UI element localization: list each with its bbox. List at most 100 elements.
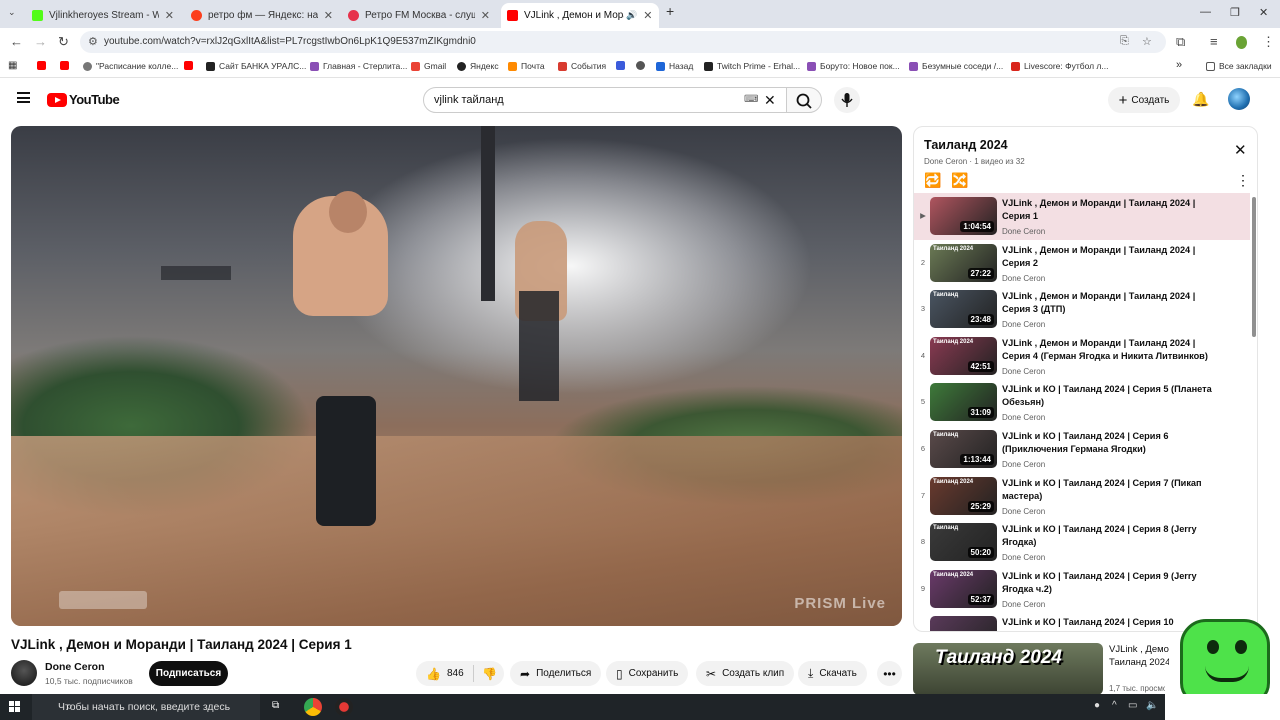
clip-button[interactable]: ✂ Создать клип xyxy=(696,661,795,686)
playlist-item-thumbnail[interactable]: Таиланд 1:13:44 xyxy=(930,430,997,468)
playlist-item[interactable]: 3 Таиланд 23:48 VJLink , Демон и Моранди | … xyxy=(914,286,1250,333)
forward-icon[interactable]: → xyxy=(34,34,47,49)
more-actions-button[interactable]: ••• xyxy=(877,661,902,686)
bookmark-youtube-2[interactable] xyxy=(60,61,73,70)
save-button[interactable]: ▯ Сохранить xyxy=(606,661,689,686)
playlist-scrollbar[interactable] xyxy=(1252,197,1256,337)
chrome-taskbar-icon[interactable] xyxy=(304,698,322,716)
media-icon[interactable]: ≡ xyxy=(1210,34,1218,49)
obs-taskbar-icon[interactable] xyxy=(335,698,353,716)
bookmark-star-icon[interactable]: ☆ xyxy=(1142,35,1152,48)
bookmark-yandex[interactable]: Яндекс xyxy=(457,61,499,71)
tab-search-icon[interactable]: ⌄ xyxy=(8,7,16,18)
bookmark-youtube-1[interactable] xyxy=(37,61,50,70)
tab-3-active[interactable]: VJLink , Демон и Моранди | 🔊 ✕ xyxy=(501,3,659,28)
tab-1[interactable]: ретро фм — Яндекс: нашлось ✕ xyxy=(185,3,339,28)
playlist-item-thumbnail[interactable] xyxy=(930,616,997,631)
extensions-icon[interactable]: ⧉ xyxy=(1176,34,1185,50)
dislike-button[interactable]: 👎 xyxy=(482,667,497,681)
more-bookmarks-icon[interactable]: » xyxy=(1176,59,1182,71)
playlist-item-title[interactable]: VJLink и КО | Таиланд 2024 | Серия 8 (Je… xyxy=(1002,523,1212,549)
playlist-item-thumbnail[interactable]: Таиланд 2024 42:51 xyxy=(930,336,997,375)
apps-grid-icon[interactable]: ▦ xyxy=(8,60,17,71)
playlist-item-thumbnail[interactable]: Таиланд 2024 27:22 xyxy=(930,243,997,282)
playlist-item-title[interactable]: VJLink и КО | Таиланд 2024 | Серия 10 xyxy=(1002,616,1212,629)
close-icon[interactable]: ✕ xyxy=(643,9,652,22)
speaker-icon[interactable]: 🔊 xyxy=(626,10,637,21)
search-button[interactable] xyxy=(786,87,822,113)
tab-0[interactable]: Vjlinkheroyes Stream - Watch L ✕ xyxy=(26,3,180,28)
playlist-item-thumbnail[interactable]: 1:04:54 xyxy=(930,197,997,235)
playlist-item-title[interactable]: VJLink , Демон и Моранди | Таиланд 2024 … xyxy=(1002,244,1212,270)
bookmark-schedule[interactable]: "Расписание колле... xyxy=(83,61,178,71)
playlist-item[interactable]: ▶ 1:04:54 VJLink , Демон и Моранди | Таила… xyxy=(914,193,1250,240)
youtube-logo[interactable]: YouTube xyxy=(47,92,120,107)
search-input[interactable]: vjlink тайланд ⌨ ✕ xyxy=(423,87,787,113)
playlist-item-thumbnail[interactable]: Таиланд 50:20 xyxy=(930,523,997,562)
loop-icon[interactable]: 🔁 xyxy=(924,172,941,189)
like-button[interactable]: 👍 846 xyxy=(416,665,474,682)
playlist-item-title[interactable]: VJLink , Демон и Моранди | Таиланд 2024 … xyxy=(1002,290,1212,316)
taskbar-search[interactable]: ⌕ Чтобы начать поиск, введите здесь xyxy=(32,694,260,720)
bookmark-bank[interactable]: Сайт БАНКА УРАЛС... xyxy=(206,61,306,71)
bookmark-gmail[interactable]: Gmail xyxy=(411,61,446,71)
task-view-icon[interactable]: ⧉ xyxy=(272,700,279,711)
bookmark-globe[interactable] xyxy=(636,61,649,70)
menu-kebab-icon[interactable]: ⋮ xyxy=(1262,34,1275,50)
playlist-item-title[interactable]: VJLink и КО | Таиланд 2024 | Серия 7 (Пи… xyxy=(1002,477,1212,503)
video-player[interactable]: PRISM Live xyxy=(11,126,902,626)
url-text[interactable]: youtube.com/watch?v=rxlJ2qGxlItA&list=PL… xyxy=(104,36,476,47)
cast-icon[interactable]: ⎘ xyxy=(1120,35,1129,48)
new-tab-icon[interactable]: + xyxy=(666,3,674,19)
suggested-video-title[interactable]: VJLink , Демон Таиланд 2024 xyxy=(1109,643,1169,669)
download-button[interactable]: ⤓ Скачать xyxy=(798,661,867,686)
tray-app-icon[interactable]: ● xyxy=(1094,700,1100,711)
playlist-item[interactable]: 9 Таиланд 2024 52:37 VJLink и КО | Таиланд … xyxy=(914,566,1250,613)
bookmark-neighbors[interactable]: Безумные соседи /... xyxy=(909,61,1003,71)
account-avatar[interactable] xyxy=(1228,88,1250,110)
share-button[interactable]: ➦ Поделиться xyxy=(510,661,602,686)
playlist-title[interactable]: Таиланд 2024 xyxy=(924,138,1008,152)
tab-2[interactable]: Ретро FM Москва - слушать о ✕ xyxy=(342,3,496,28)
playlist-item-thumbnail[interactable]: Таиланд 2024 52:37 xyxy=(930,569,997,608)
playlist-item-title[interactable]: VJLink и КО | Таиланд 2024 | Серия 9 (Je… xyxy=(1002,570,1212,596)
site-info-icon[interactable]: ⚙ xyxy=(88,35,98,48)
channel-name[interactable]: Done Ceron xyxy=(45,661,105,673)
playlist-item-title[interactable]: VJLink и КО | Таиланд 2024 | Серия 6 (Пр… xyxy=(1002,430,1212,456)
bookmark-events[interactable]: События xyxy=(558,61,606,71)
shuffle-icon[interactable]: 🔀 xyxy=(951,172,968,189)
playlist-menu-icon[interactable]: ⋮ xyxy=(1236,172,1250,189)
volume-icon[interactable]: 🔈 xyxy=(1146,700,1158,711)
close-icon[interactable]: ✕ xyxy=(481,9,490,22)
bookmark-livescore[interactable]: Livescore: Футбол л... xyxy=(1011,61,1108,71)
window-close-icon[interactable]: ✕ xyxy=(1259,6,1268,19)
voice-search-button[interactable] xyxy=(834,87,860,113)
playlist-item-thumbnail[interactable]: Таиланд 23:48 xyxy=(930,290,997,329)
playlist-item[interactable]: 2 Таиланд 2024 27:22 VJLink , Демон и Моран… xyxy=(914,240,1250,287)
playlist-item-thumbnail[interactable]: 31:09 xyxy=(930,383,997,422)
bookmark-twitch-prime[interactable]: Twitch Prime - Erhal... xyxy=(704,61,800,71)
back-icon[interactable]: ← xyxy=(10,34,23,49)
clear-search-icon[interactable]: ✕ xyxy=(764,92,776,109)
reload-icon[interactable]: ↻ xyxy=(58,34,69,50)
playlist-item[interactable]: 7 Таиланд 2024 25:29 VJLink и КО | Таиланд … xyxy=(914,473,1250,520)
search-query[interactable]: vjlink тайланд xyxy=(434,94,504,106)
bookmark-mail[interactable]: Почта xyxy=(508,61,545,71)
subscribe-button[interactable]: Подписаться xyxy=(149,661,228,686)
notifications-bell-icon[interactable]: 🔔 xyxy=(1192,91,1209,108)
bookmark-s[interactable] xyxy=(616,61,629,70)
bookmark-boruto[interactable]: Боруто: Новое пок... xyxy=(807,61,900,71)
menu-icon[interactable] xyxy=(17,92,30,103)
bookmark-sterlitamak[interactable]: Главная - Стерлита... xyxy=(310,61,407,71)
playlist-item-title[interactable]: VJLink , Демон и Моранди | Таиланд 2024 … xyxy=(1002,337,1212,363)
playlist-item-title[interactable]: VJLink и КО | Таиланд 2024 | Серия 5 (Пл… xyxy=(1002,383,1212,409)
tray-chevron-icon[interactable]: ^ xyxy=(1112,700,1117,711)
taskbar-clock-area[interactable] xyxy=(1165,694,1280,720)
close-playlist-icon[interactable]: ✕ xyxy=(1234,141,1247,159)
omnibox[interactable]: ⚙ youtube.com/watch?v=rxlJ2qGxlItA&list=… xyxy=(80,31,1166,53)
playlist-item[interactable]: 4 Таиланд 2024 42:51 VJLink , Демон и Моран… xyxy=(914,333,1250,380)
create-button[interactable]: + Создать xyxy=(1108,87,1180,113)
profile-icon[interactable] xyxy=(1236,36,1247,49)
keyboard-icon[interactable]: ⌨ xyxy=(744,94,758,105)
playlist-item-title[interactable]: VJLink , Демон и Моранди | Таиланд 2024 … xyxy=(1002,197,1212,223)
